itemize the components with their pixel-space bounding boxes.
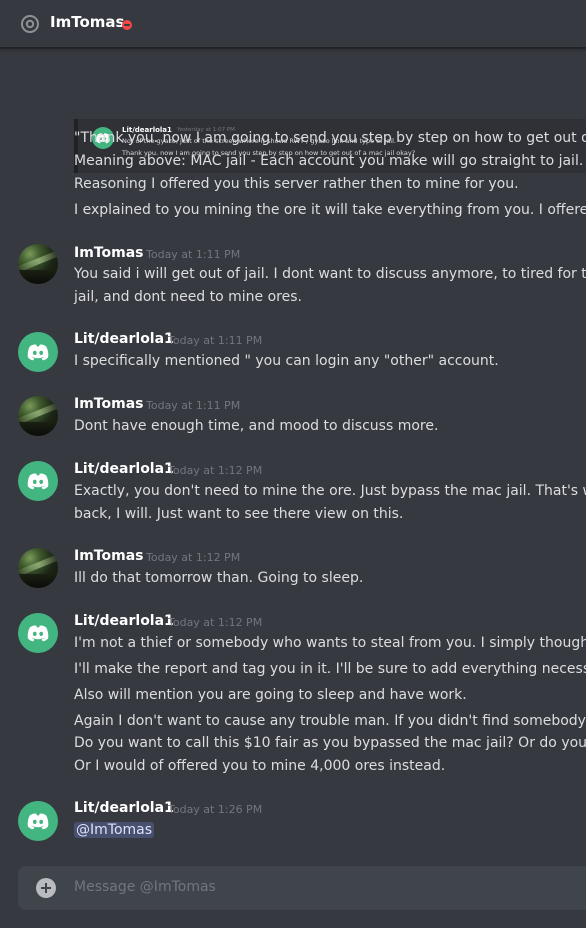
message-author[interactable]: ImTomas (74, 245, 143, 261)
message-text: Again I don't want to cause any trouble … (74, 713, 586, 729)
message-text: I specifically mentioned " you can login… (74, 353, 499, 369)
message-list[interactable]: Lit/dearlola1 Yesterday at 1:07 PM Not o… (0, 49, 586, 861)
add-attachment-icon[interactable] (36, 878, 56, 898)
discord-logo-icon (27, 625, 49, 642)
message-timestamp: Today at 1:12 PM (146, 551, 241, 564)
user-avatar[interactable] (18, 244, 58, 284)
message-timestamp: Today at 1:11 PM (146, 248, 241, 261)
message-text: Dont have enough time, and mood to discu… (74, 418, 439, 434)
dm-header: ImTomas (0, 0, 586, 48)
user-avatar[interactable] (18, 332, 58, 372)
cutoff-text-fragment (100, 49, 280, 51)
message-timestamp: Today at 1:12 PM (168, 464, 263, 477)
message-author[interactable]: Lit/dearlola1 (74, 613, 174, 629)
message-text: Do you want to call this $10 fair as you… (74, 735, 586, 751)
user-mention[interactable]: @ImTomas (74, 822, 155, 838)
message-timestamp: Today at 1:11 PM (168, 334, 263, 347)
user-avatar[interactable] (18, 461, 58, 501)
user-avatar[interactable] (18, 548, 58, 588)
message-text: Meaning above: MAC jail - Each account y… (74, 153, 586, 169)
message-text: @ImTomas (74, 822, 155, 838)
message-timestamp: Today at 1:11 PM (146, 399, 241, 412)
message-text: Exactly, you don't need to mine the ore.… (74, 483, 586, 499)
message-author[interactable]: ImTomas (74, 548, 143, 564)
user-avatar[interactable] (18, 396, 58, 436)
message-text: Or I would of offered you to mine 4,000 … (74, 758, 446, 774)
message-text: I explained to you mining the ore it wil… (74, 202, 586, 218)
message-text: Ill do that tomorrow than. Going to slee… (74, 570, 364, 586)
discord-logo-icon (27, 813, 49, 830)
discord-logo-icon (27, 473, 49, 490)
discord-logo-icon (27, 344, 49, 361)
user-avatar[interactable] (18, 613, 58, 653)
message-text: You said i will get out of jail. I dont … (74, 266, 586, 282)
channel-title: ImTomas (50, 13, 125, 31)
message-timestamp: Today at 1:26 PM (168, 803, 263, 816)
dnd-status-icon (122, 20, 132, 30)
user-avatar[interactable] (18, 801, 58, 841)
message-text: Also will mention you are going to sleep… (74, 687, 467, 703)
message-composer[interactable]: Message @ImTomas (18, 866, 586, 910)
message-text: "Thank you. now I am going to send you s… (74, 130, 586, 146)
message-text: jail, and dont need to mine ores. (74, 289, 302, 305)
message-text: back, I will. Just want to see there vie… (74, 506, 404, 522)
message-text: I'm not a thief or somebody who wants to… (74, 635, 586, 651)
message-input[interactable]: Message @ImTomas (74, 879, 216, 895)
message-author[interactable]: Lit/dearlola1 (74, 800, 174, 816)
message-author[interactable]: Lit/dearlola1 (74, 331, 174, 347)
message-text: Reasoning I offered you this server rath… (74, 176, 519, 192)
message-author[interactable]: Lit/dearlola1 (74, 461, 174, 477)
message-text: I'll make the report and tag you in it. … (74, 661, 586, 677)
at-sign-icon (21, 15, 39, 33)
message-author[interactable]: ImTomas (74, 396, 143, 412)
message-timestamp: Today at 1:12 PM (168, 616, 263, 629)
